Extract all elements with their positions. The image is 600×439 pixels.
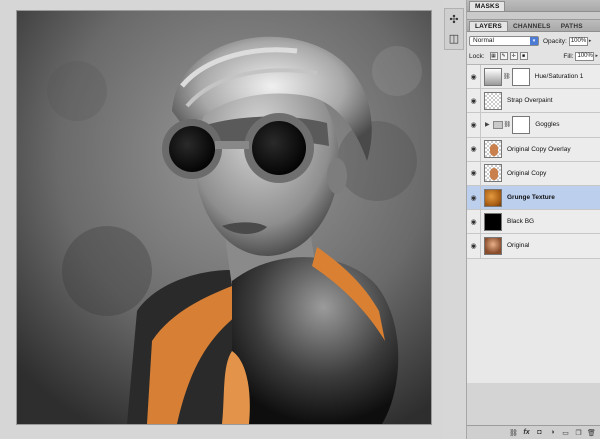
layers-tabbar: LAYERS CHANNELS PATHS [467,20,600,32]
chain-icon[interactable]: ⛓ [503,73,511,80]
opacity-field[interactable]: 100% [568,36,588,46]
masks-panel-body [467,12,600,20]
eye-icon[interactable]: ◉ [467,185,481,210]
layer-row-original-copy[interactable]: ◉ Original Copy [467,161,600,186]
expand-arrow-icon[interactable]: ▶ [485,121,490,128]
canvas-area[interactable] [0,0,443,439]
layer-thumbnail [484,140,502,159]
lock-label: Lock: [469,52,485,60]
tab-layers[interactable]: LAYERS [469,21,508,31]
eye-icon[interactable]: ◉ [467,113,481,137]
folder-icon [492,120,503,129]
eye-icon[interactable]: ◉ [467,137,481,161]
opacity-arrow-icon[interactable]: ▸ [589,38,592,44]
layer-name: Grunge Texture [507,194,555,202]
layers-list: ◉ ⛓ Hue/Saturation 1 ◉ Strap Overpaint ◉… [467,65,600,383]
fill-label: Fill: [563,52,574,60]
layer-row-original-copy-overlay[interactable]: ◉ Original Copy Overlay [467,137,600,162]
eye-icon[interactable]: ◉ [467,210,481,234]
collapsed-panel-dock: ✣ ◫ [444,8,464,50]
tab-paths[interactable]: PATHS [556,22,588,31]
tab-channels[interactable]: CHANNELS [508,22,556,31]
blend-mode-select[interactable]: Normal ▾ [469,36,539,46]
adjustment-icon[interactable]: ◑ [548,429,557,436]
mask-thumbnail[interactable] [511,67,530,86]
layers-footer: ⛓ fx ◘ ◑ ▭ ❐ 🗑 [467,425,600,439]
chevron-down-icon: ▾ [530,37,538,45]
eye-icon[interactable]: ◉ [467,234,481,258]
folder-icon[interactable]: ▭ [561,429,570,437]
tab-masks[interactable]: MASKS [469,1,506,11]
lock-position-icon[interactable]: ✛ [509,52,518,60]
link-icon[interactable]: ⛓ [509,429,518,437]
adjustment-thumbnail [484,67,502,86]
layer-name: Strap Overpaint [507,97,553,105]
masks-icon[interactable]: ◫ [445,29,463,47]
layer-name: Hue/Saturation 1 [534,73,584,81]
mask-icon[interactable]: ◘ [535,429,544,436]
layer-row-original[interactable]: ◉ Original [467,234,600,259]
layer-name: Black BG [507,218,535,226]
lock-all-icon[interactable]: ■ [519,52,528,60]
trash-icon[interactable]: 🗑 [587,429,596,437]
layer-thumbnail [484,91,502,110]
layer-row-strap-overpaint[interactable]: ◉ Strap Overpaint [467,89,600,114]
photo-goggles-woman [17,11,431,424]
layers-controls: Normal ▾ Opacity: 100% ▸ Lock: ▦ ✎ ✛ ■ F… [467,32,600,65]
lock-transparent-icon[interactable]: ▦ [489,52,498,60]
mask-thumbnail[interactable] [512,115,531,134]
layer-thumbnail [484,164,502,183]
fill-arrow-icon[interactable]: ▸ [595,53,598,59]
lock-paint-icon[interactable]: ✎ [499,52,508,60]
new-layer-icon[interactable]: ❐ [574,429,583,437]
layer-row-grunge-texture[interactable]: ◉ Grunge Texture [467,185,600,211]
eye-icon[interactable]: ◉ [467,161,481,185]
layer-name: Original [507,242,530,250]
layer-name: Goggles [535,121,560,129]
fx-icon[interactable]: fx [522,429,531,436]
layer-row-black-bg[interactable]: ◉ Black BG [467,210,600,235]
layer-row-hue-saturation[interactable]: ◉ ⛓ Hue/Saturation 1 [467,65,600,90]
fill-field[interactable]: 100% [575,51,595,61]
layer-name: Original Copy [507,169,547,177]
layer-thumbnail [484,236,502,255]
opacity-label: Opacity: [543,37,567,45]
layer-row-goggles-group[interactable]: ◉ ▶ ⛓ Goggles [467,113,600,138]
eye-icon[interactable]: ◉ [467,65,481,89]
document-image[interactable] [17,11,431,424]
eye-icon[interactable]: ◉ [467,89,481,113]
layer-thumbnail [484,212,502,231]
adjustments-icon[interactable]: ✣ [445,10,463,28]
layer-thumbnail [484,188,502,207]
panels-column: MASKS LAYERS CHANNELS PATHS Normal ▾ Opa… [466,0,600,439]
blend-mode-value: Normal [473,37,494,44]
layer-name: Original Copy Overlay [507,145,571,153]
chain-icon[interactable]: ⛓ [504,121,512,128]
masks-tabbar: MASKS [467,0,600,12]
